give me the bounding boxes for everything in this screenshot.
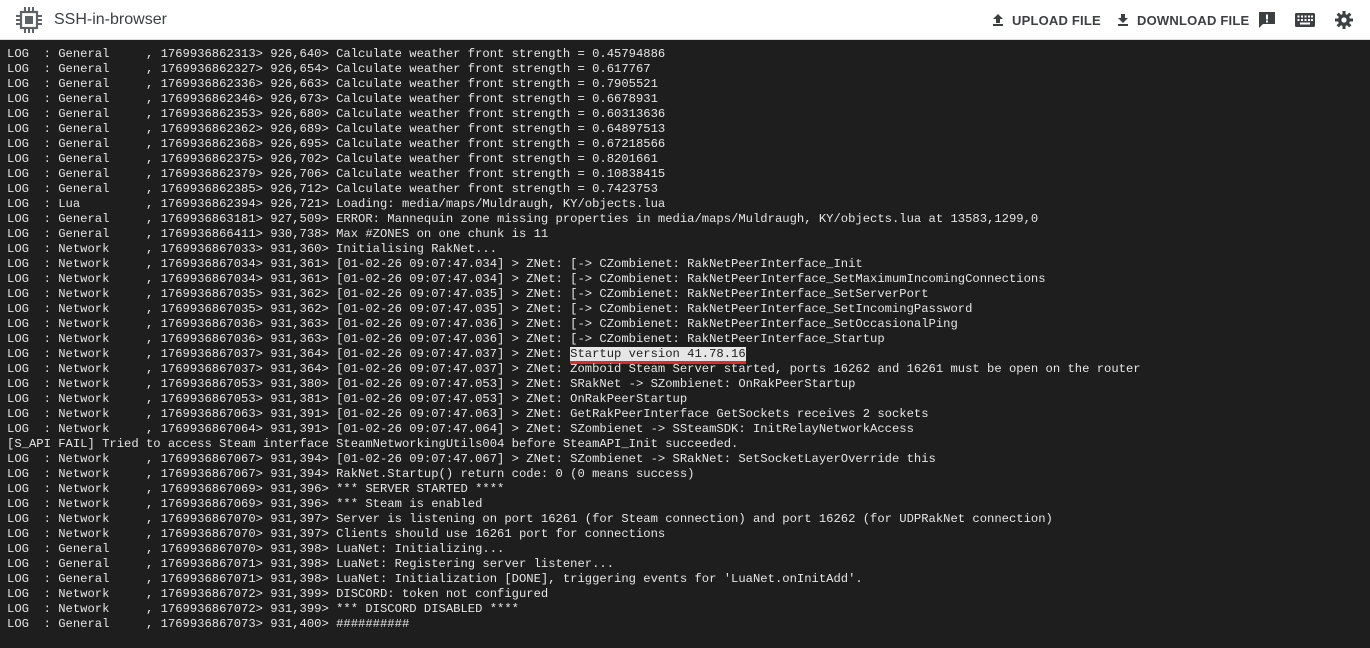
terminal-line-text: LOG : Network , 1769936867037> 931,364> … xyxy=(7,347,571,361)
terminal-line: LOG : General , 1769936863181> 927,509> … xyxy=(7,212,1141,227)
terminal-line: LOG : Network , 1769936867072> 931,399> … xyxy=(7,602,1141,617)
terminal-line-text: LOG : Network , 1769936867036> 931,363> … xyxy=(7,332,885,346)
terminal-line: LOG : Lua , 1769936862394> 926,721> Load… xyxy=(7,197,1141,212)
terminal-line-text: LOG : Network , 1769936867035> 931,362> … xyxy=(7,287,929,301)
terminal-line: LOG : Network , 1769936867035> 931,362> … xyxy=(7,302,1141,317)
terminal-line: LOG : General , 1769936862362> 926,689> … xyxy=(7,122,1141,137)
terminal-line: LOG : Network , 1769936867064> 931,391> … xyxy=(7,422,1141,437)
gear-icon xyxy=(1335,11,1353,29)
terminal-line: LOG : General , 1769936862375> 926,702> … xyxy=(7,152,1141,167)
terminal-line: LOG : Network , 1769936867053> 931,381> … xyxy=(7,392,1141,407)
terminal-line-text: LOG : General , 1769936862346> 926,673> … xyxy=(7,92,658,106)
terminal-line-text: LOG : Network , 1769936867034> 931,361> … xyxy=(7,272,1046,286)
terminal-line-text: LOG : Network , 1769936867053> 931,380> … xyxy=(7,377,856,391)
terminal-line: LOG : Network , 1769936867033> 931,360> … xyxy=(7,242,1141,257)
terminal-line-text: LOG : General , 1769936867073> 931,400> … xyxy=(7,617,410,631)
terminal-line: LOG : General , 1769936867073> 931,400> … xyxy=(7,617,1141,632)
app-title: SSH-in-browser xyxy=(54,11,167,28)
terminal[interactable]: LOG : General , 1769936862313> 926,640> … xyxy=(0,40,1370,648)
feedback-button[interactable] xyxy=(1257,10,1277,30)
feedback-icon xyxy=(1259,12,1275,28)
download-file-label: DOWNLOAD FILE xyxy=(1137,12,1250,28)
terminal-line-text: LOG : Network , 1769936867072> 931,399> … xyxy=(7,602,519,616)
terminal-line: LOG : Network , 1769936867070> 931,397> … xyxy=(7,512,1141,527)
terminal-line: LOG : Network , 1769936867037> 931,364> … xyxy=(7,347,1141,364)
terminal-line: LOG : Network , 1769936867037> 931,364> … xyxy=(7,362,1141,377)
upload-file-label: UPLOAD FILE xyxy=(1012,12,1101,28)
download-icon xyxy=(1118,14,1128,26)
terminal-line: [S_API FAIL] Tried to access Steam inter… xyxy=(7,437,1141,452)
terminal-line-text: LOG : Network , 1769936867053> 931,381> … xyxy=(7,392,688,406)
terminal-line-text: LOG : General , 1769936862368> 926,695> … xyxy=(7,137,666,151)
upload-file-button[interactable]: UPLOAD FILE xyxy=(990,11,1101,29)
terminal-line-text: LOG : General , 1769936862375> 926,702> … xyxy=(7,152,658,166)
terminal-line-text: LOG : Network , 1769936867070> 931,397> … xyxy=(7,512,1053,526)
terminal-line: LOG : Network , 1769936867069> 931,396> … xyxy=(7,482,1141,497)
terminal-line: LOG : General , 1769936862313> 926,640> … xyxy=(7,47,1141,62)
terminal-line: LOG : Network , 1769936867053> 931,380> … xyxy=(7,377,1141,392)
terminal-line-text: LOG : General , 1769936862327> 926,654> … xyxy=(7,62,651,76)
terminal-line: LOG : General , 1769936862353> 926,680> … xyxy=(7,107,1141,122)
terminal-line-text: LOG : General , 1769936862385> 926,712> … xyxy=(7,182,658,196)
terminal-line-text: LOG : General , 1769936862336> 926,663> … xyxy=(7,77,658,91)
terminal-line-text: LOG : General , 1769936863181> 927,509> … xyxy=(7,212,1039,226)
settings-button[interactable] xyxy=(1334,10,1354,30)
terminal-line-text: LOG : Network , 1769936867034> 931,361> … xyxy=(7,257,863,271)
terminal-line: LOG : Network , 1769936867072> 931,399> … xyxy=(7,587,1141,602)
terminal-line: LOG : Network , 1769936867036> 931,363> … xyxy=(7,317,1141,332)
terminal-line-text: LOG : Network , 1769936867064> 931,391> … xyxy=(7,422,914,436)
terminal-line: LOG : General , 1769936862336> 926,663> … xyxy=(7,77,1141,92)
terminal-line-text: LOG : General , 1769936862353> 926,680> … xyxy=(7,107,666,121)
terminal-output: LOG : General , 1769936862313> 926,640> … xyxy=(7,47,1141,632)
terminal-line-text: LOG : General , 1769936862362> 926,689> … xyxy=(7,122,666,136)
terminal-line-text: LOG : General , 1769936867071> 931,398> … xyxy=(7,572,863,586)
terminal-line: LOG : Network , 1769936867035> 931,362> … xyxy=(7,287,1141,302)
terminal-line: LOG : Network , 1769936867069> 931,396> … xyxy=(7,497,1141,512)
terminal-line-text: LOG : Network , 1769936867069> 931,396> … xyxy=(7,482,505,496)
terminal-line: LOG : Network , 1769936867034> 931,361> … xyxy=(7,272,1141,287)
terminal-line-text: LOG : Network , 1769936867069> 931,396> … xyxy=(7,497,483,511)
terminal-line-text: LOG : Network , 1769936867063> 931,391> … xyxy=(7,407,929,421)
terminal-line: LOG : Network , 1769936867070> 931,397> … xyxy=(7,527,1141,542)
terminal-line-text: LOG : Network , 1769936867036> 931,363> … xyxy=(7,317,958,331)
terminal-line-text: LOG : Network , 1769936867067> 931,394> … xyxy=(7,467,695,481)
terminal-line-text: LOG : Network , 1769936867037> 931,364> … xyxy=(7,362,1141,376)
terminal-line: LOG : Network , 1769936867063> 931,391> … xyxy=(7,407,1141,422)
terminal-line-text: [S_API FAIL] Tried to access Steam inter… xyxy=(7,437,739,451)
terminal-line: LOG : General , 1769936862327> 926,654> … xyxy=(7,62,1141,77)
terminal-line: LOG : General , 1769936867071> 931,398> … xyxy=(7,557,1141,572)
terminal-line-text: LOG : General , 1769936862379> 926,706> … xyxy=(7,167,666,181)
terminal-line: LOG : General , 1769936866411> 930,738> … xyxy=(7,227,1141,242)
title-bar: SSH-in-browser UPLOAD FILE DOWNLOAD FILE xyxy=(0,0,1370,40)
terminal-line-text: LOG : Network , 1769936867072> 931,399> … xyxy=(7,587,549,601)
keyboard-icon xyxy=(1295,13,1315,27)
terminal-line: LOG : Network , 1769936867036> 931,363> … xyxy=(7,332,1141,347)
terminal-line: LOG : General , 1769936862385> 926,712> … xyxy=(7,182,1141,197)
terminal-line-text: LOG : Network , 1769936867067> 931,394> … xyxy=(7,452,936,466)
terminal-line: LOG : Network , 1769936867034> 931,361> … xyxy=(7,257,1141,272)
terminal-line-text: LOG : General , 1769936866411> 930,738> … xyxy=(7,227,549,241)
terminal-line-text: LOG : General , 1769936867071> 931,398> … xyxy=(7,557,615,571)
keyboard-button[interactable] xyxy=(1294,10,1316,30)
terminal-line: LOG : General , 1769936867070> 931,398> … xyxy=(7,542,1141,557)
download-file-button[interactable]: DOWNLOAD FILE xyxy=(1115,11,1249,29)
terminal-line: LOG : Network , 1769936867067> 931,394> … xyxy=(7,467,1141,482)
terminal-line-text: LOG : Lua , 1769936862394> 926,721> Load… xyxy=(7,197,666,211)
terminal-line-text: LOG : General , 1769936867070> 931,398> … xyxy=(7,542,505,556)
terminal-line: LOG : General , 1769936862368> 926,695> … xyxy=(7,137,1141,152)
upload-icon xyxy=(993,14,1003,26)
terminal-line: LOG : General , 1769936862346> 926,673> … xyxy=(7,92,1141,107)
terminal-line: LOG : General , 1769936862379> 926,706> … xyxy=(7,167,1141,182)
chip-icon xyxy=(16,7,42,33)
terminal-line-text: LOG : Network , 1769936867033> 931,360> … xyxy=(7,242,498,256)
terminal-line-text: LOG : Network , 1769936867070> 931,397> … xyxy=(7,527,666,541)
terminal-line-text: LOG : General , 1769936862313> 926,640> … xyxy=(7,47,666,61)
terminal-line-text: LOG : Network , 1769936867035> 931,362> … xyxy=(7,302,973,316)
terminal-line: LOG : General , 1769936867071> 931,398> … xyxy=(7,572,1141,587)
terminal-line: LOG : Network , 1769936867067> 931,394> … xyxy=(7,452,1141,467)
